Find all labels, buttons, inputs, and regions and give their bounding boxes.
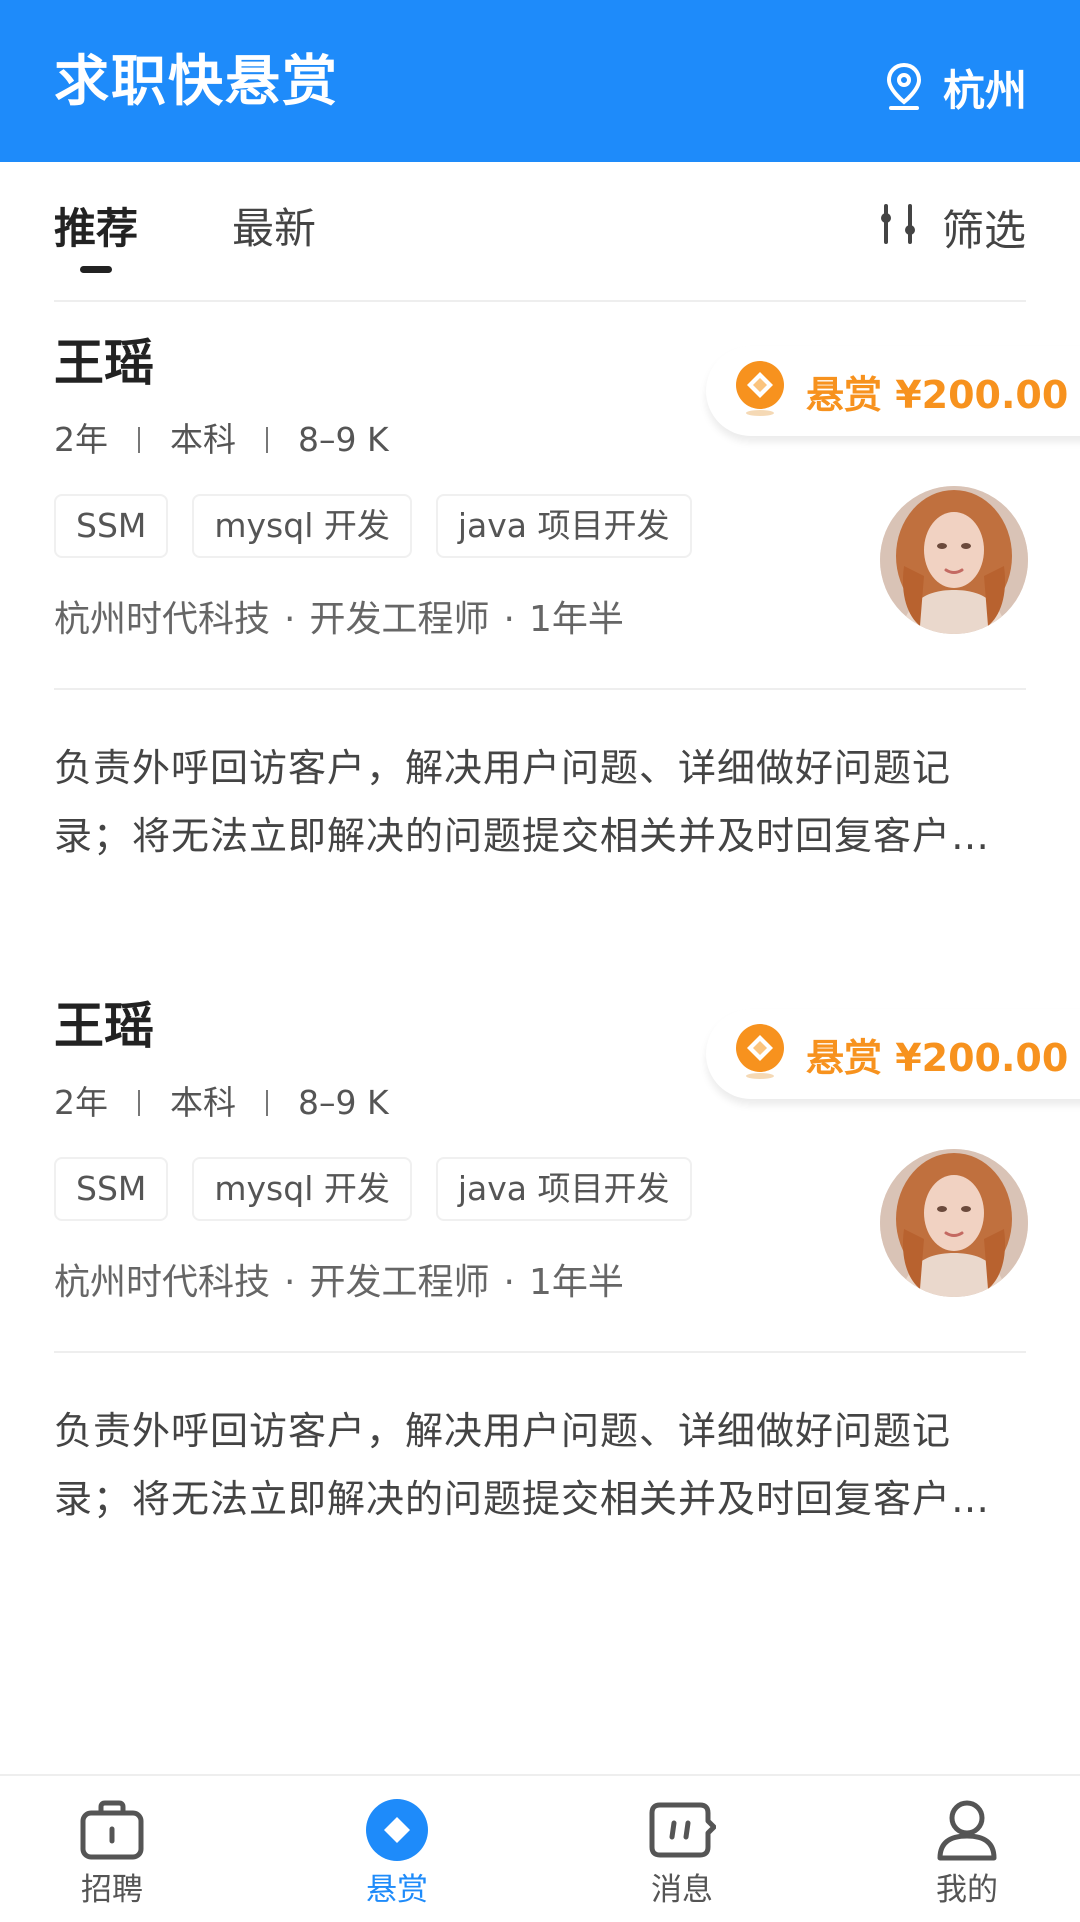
candidate-meta: 2年 本科 8–9 K	[54, 1081, 389, 1125]
skill-tag: java 项目开发	[435, 494, 692, 558]
filter-icon	[878, 202, 918, 259]
reward-amount: 悬赏 ¥200.00	[806, 1035, 1069, 1080]
job-position: 开发工程师	[309, 1262, 490, 1303]
meta-separator	[138, 427, 140, 453]
avatar[interactable]	[880, 1149, 1028, 1297]
skill-tag: mysql 开发	[192, 494, 412, 558]
skill-tag: java 项目开发	[435, 1157, 692, 1221]
nav-label: 消息	[651, 1872, 713, 1908]
work-history: 杭州时代科技 · 开发工程师 · 1年半	[54, 596, 624, 644]
candidate-card[interactable]: 王瑶 2年 本科 8–9 K SSM mysql 开发 java 项目开发 杭州…	[0, 965, 1080, 1565]
job-description: 负责外呼回访客户，解决用户问题、详细做好问题记录；将无法立即解决的问题提交相关并…	[54, 746, 991, 858]
experience-years: 2年	[54, 420, 108, 459]
avatar[interactable]	[880, 486, 1028, 634]
nav-label: 悬赏	[366, 1872, 428, 1908]
filter-button[interactable]: 筛选	[878, 202, 1026, 259]
experience-years: 2年	[54, 1083, 108, 1122]
tab-latest[interactable]: 最新	[232, 202, 316, 256]
job-tenure: 1年半	[528, 1262, 624, 1303]
city-selector[interactable]: 杭州	[885, 60, 1027, 115]
filter-label: 筛选	[941, 205, 1026, 255]
skill-tag: SSM	[54, 494, 169, 558]
dot-separator: ·	[284, 599, 296, 640]
company-name: 杭州时代科技	[54, 599, 271, 640]
nav-item-recruit[interactable]: 招聘	[42, 1798, 182, 1910]
job-position: 开发工程师	[309, 599, 490, 640]
app-header: 求职快悬赏 杭州	[0, 0, 1080, 162]
candidate-meta: 2年 本科 8–9 K	[54, 418, 389, 462]
card-divider	[54, 688, 1026, 690]
briefcase-icon	[42, 1798, 182, 1862]
dot-separator: ·	[503, 599, 515, 640]
candidate-card[interactable]: 王瑶 2年 本科 8–9 K SSM mysql 开发 java 项目开发 杭州…	[0, 302, 1080, 902]
reward-badge: 悬赏 ¥200.00	[706, 1009, 1080, 1099]
page-title: 求职快悬赏	[54, 49, 340, 113]
tab-recommend[interactable]: 推荐	[54, 202, 138, 256]
candidate-name: 王瑶	[54, 997, 154, 1055]
nav-label: 招聘	[81, 1872, 143, 1908]
reward-coin-icon	[706, 1022, 786, 1086]
message-icon	[612, 1798, 752, 1862]
meta-separator	[266, 427, 268, 453]
location-pin-icon	[885, 62, 923, 112]
nav-label: 我的	[936, 1872, 998, 1908]
salary: 8–9 K	[298, 420, 389, 459]
education: 本科	[170, 1083, 236, 1122]
reward-badge: 悬赏 ¥200.00	[706, 346, 1080, 436]
nav-item-profile[interactable]: 我的	[897, 1798, 1037, 1910]
meta-separator	[138, 1090, 140, 1116]
dot-separator: ·	[284, 1262, 296, 1303]
bottom-nav: 招聘 悬赏 消息 我的	[0, 1774, 1080, 1922]
reward-coin-icon	[706, 359, 786, 423]
skill-tags: SSM mysql 开发 java 项目开发	[54, 1157, 692, 1221]
skill-tag: mysql 开发	[192, 1157, 412, 1221]
company-name: 杭州时代科技	[54, 1262, 271, 1303]
education: 本科	[170, 420, 236, 459]
job-tenure: 1年半	[528, 599, 624, 640]
job-description: 负责外呼回访客户，解决用户问题、详细做好问题记录；将无法立即解决的问题提交相关并…	[54, 1409, 991, 1521]
city-label: 杭州	[942, 65, 1027, 115]
candidate-name: 王瑶	[54, 334, 154, 392]
nav-item-messages[interactable]: 消息	[612, 1798, 752, 1910]
skill-tags: SSM mysql 开发 java 项目开发	[54, 494, 692, 558]
tab-bar: 推荐 最新 筛选	[54, 190, 1026, 302]
dot-separator: ·	[503, 1262, 515, 1303]
reward-diamond-icon	[327, 1798, 467, 1862]
meta-separator	[266, 1090, 268, 1116]
user-icon	[897, 1798, 1037, 1862]
salary: 8–9 K	[298, 1083, 389, 1122]
nav-item-reward[interactable]: 悬赏	[327, 1798, 467, 1910]
reward-amount: 悬赏 ¥200.00	[806, 372, 1069, 417]
card-divider	[54, 1351, 1026, 1353]
skill-tag: SSM	[54, 1157, 169, 1221]
active-tab-indicator	[80, 266, 112, 273]
work-history: 杭州时代科技 · 开发工程师 · 1年半	[54, 1259, 624, 1307]
